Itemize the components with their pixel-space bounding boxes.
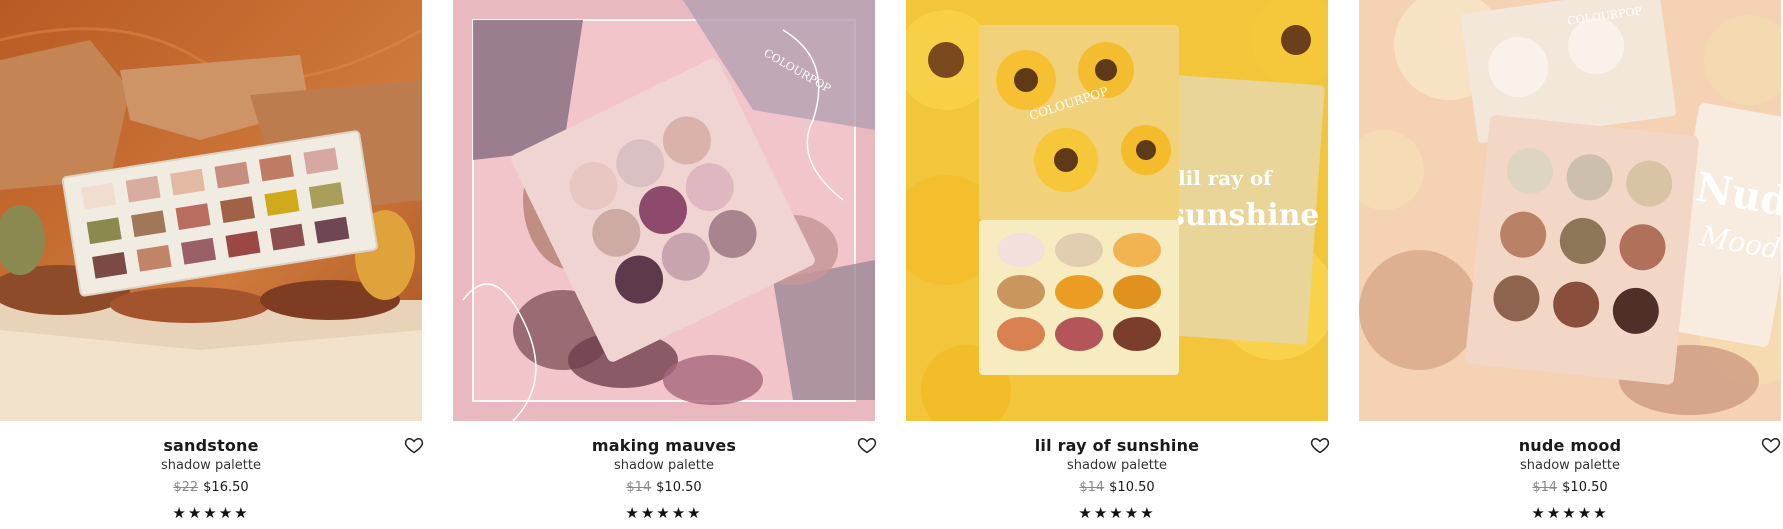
product-name[interactable]: sandstone [0, 436, 422, 455]
product-name[interactable]: nude mood [1359, 436, 1781, 455]
product-card-nude-mood[interactable]: Nude Mood COLOURPOP nude mood shadow pal… [1359, 0, 1781, 529]
product-card-sandstone[interactable]: sandstone shadow palette $22 $16.50 ★★★★★ [0, 0, 424, 529]
product-image-sandstone[interactable] [0, 0, 422, 421]
sale-price: $16.50 [203, 480, 249, 495]
sale-price: $10.50 [1562, 480, 1608, 495]
original-price: $22 [173, 480, 199, 495]
product-grid: sandstone shadow palette $22 $16.50 ★★★★★ [0, 0, 1783, 529]
original-price: $14 [1532, 480, 1558, 495]
sunshine-line1: lil ray of [1178, 166, 1273, 190]
product-name[interactable]: lil ray of sunshine [906, 436, 1328, 455]
product-name[interactable]: making mauves [453, 436, 875, 455]
star-rating: ★★★★★ [625, 504, 703, 522]
wishlist-heart-icon[interactable] [404, 435, 424, 455]
star-rating: ★★★★★ [172, 504, 250, 522]
product-type: shadow palette [614, 458, 714, 473]
wishlist-heart-icon[interactable] [1761, 435, 1781, 455]
product-price: $14 $10.50 [1359, 480, 1781, 495]
product-image-nude-mood[interactable]: Nude Mood COLOURPOP [1359, 0, 1781, 421]
product-card-making-mauves[interactable]: COLOURPOP making mauves shadow palette $… [453, 0, 877, 529]
sunshine-line2: sunshine [1168, 198, 1320, 233]
original-price: $14 [1079, 480, 1105, 495]
product-price: $14 $10.50 [453, 480, 875, 495]
product-image-making-mauves[interactable]: COLOURPOP [453, 0, 875, 421]
star-rating: ★★★★★ [1531, 504, 1609, 522]
original-price: $14 [626, 480, 652, 495]
wishlist-heart-icon[interactable] [857, 435, 877, 455]
product-card-lil-ray-of-sunshine[interactable]: lil ray of sunshine COLOURPOP lil ray of… [906, 0, 1330, 529]
sale-price: $10.50 [656, 480, 702, 495]
product-price: $22 $16.50 [0, 480, 422, 495]
wishlist-heart-icon[interactable] [1310, 435, 1330, 455]
product-type: shadow palette [1067, 458, 1167, 473]
star-rating: ★★★★★ [1078, 504, 1156, 522]
product-price: $14 $10.50 [906, 480, 1328, 495]
product-type: shadow palette [1520, 458, 1620, 473]
product-image-lil-ray-of-sunshine[interactable]: lil ray of sunshine COLOURPOP [906, 0, 1328, 421]
product-type: shadow palette [161, 458, 261, 473]
sale-price: $10.50 [1109, 480, 1155, 495]
